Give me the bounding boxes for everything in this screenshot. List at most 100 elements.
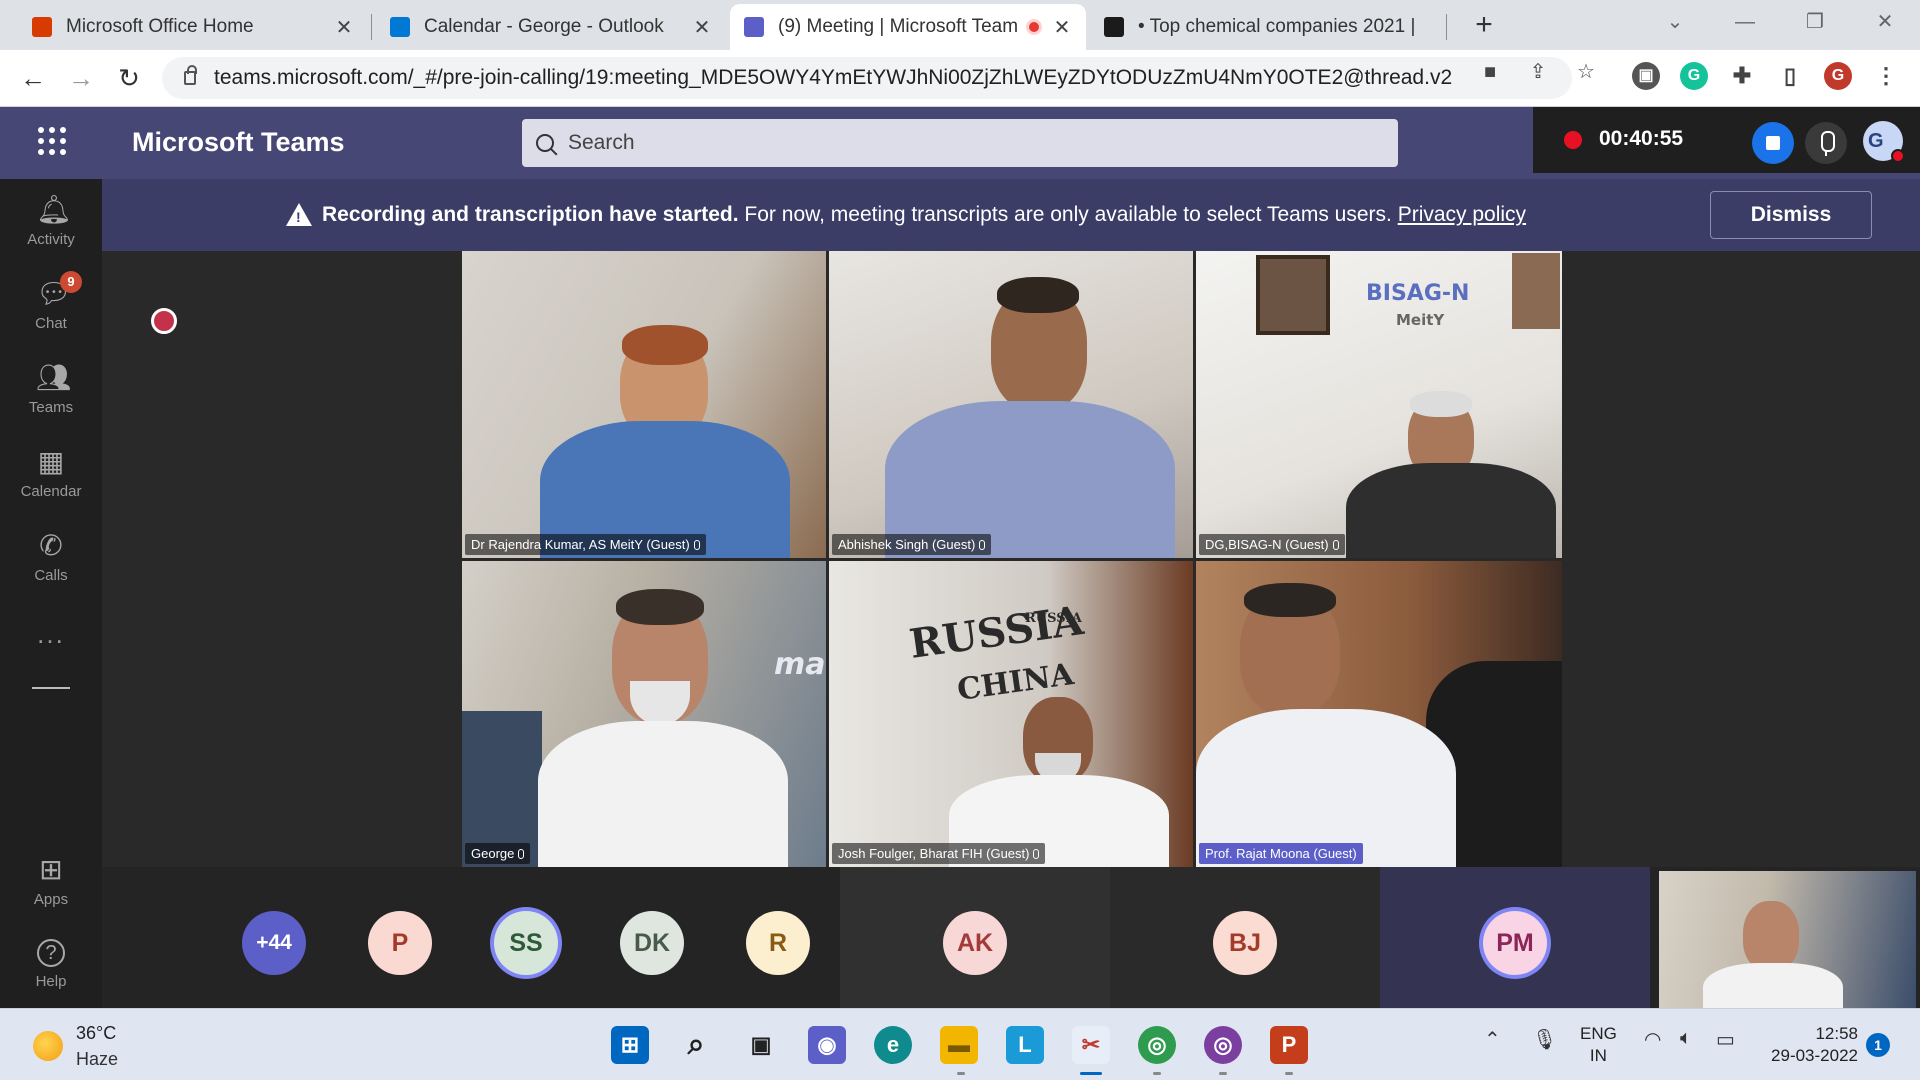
window-close-icon[interactable]: ✕: [1850, 0, 1920, 46]
grammarly-icon[interactable]: G: [1680, 62, 1708, 90]
roster-tile[interactable]: PM: [1380, 867, 1650, 1008]
video-tile[interactable]: Dr Rajendra Kumar, AS MeitY (Guest): [462, 251, 826, 558]
volume-icon[interactable]: 🔈︎: [1680, 1027, 1692, 1050]
forward-icon[interactable]: →: [66, 63, 96, 93]
share-icon[interactable]: ⇪: [1526, 60, 1550, 84]
sign-text: RUSSIA: [1025, 611, 1082, 626]
rail-item-chat[interactable]: 💬︎ 9 Chat: [0, 271, 102, 332]
tab-separator: [371, 14, 372, 40]
lock-icon[interactable]: [184, 65, 197, 85]
restore-icon[interactable]: ❐: [1780, 0, 1850, 46]
tab-chemical-companies[interactable]: • Top chemical companies 2021 |: [1090, 4, 1440, 50]
privacy-policy-link[interactable]: Privacy policy: [1398, 203, 1526, 226]
new-tab-button[interactable]: +: [1466, 8, 1502, 42]
system-clock[interactable]: 12:58 29-03-2022: [1762, 1023, 1858, 1067]
calendar-icon: ▦: [37, 446, 65, 477]
file-explorer-icon[interactable]: ▬: [940, 1026, 978, 1064]
search-icon[interactable]: ⌕: [677, 1026, 715, 1064]
rail-item-activity[interactable]: 🔔︎ Activity: [0, 194, 102, 249]
meeting-timer: 00:40:55: [1599, 127, 1684, 150]
search-input[interactable]: Search: [522, 119, 1398, 167]
weather-temperature[interactable]: 36°C: [76, 1023, 116, 1044]
window-controls: ⌄ — ❐ ✕: [1640, 0, 1920, 46]
participant-avatar[interactable]: BJ: [1213, 911, 1277, 975]
video-tile[interactable]: RUSSIA CHINA RUSSIA Josh Foulger, Bharat…: [829, 561, 1193, 867]
tab-teams-meeting[interactable]: (9) Meeting | Microsoft Teams ✕: [730, 4, 1086, 50]
roster-tile[interactable]: AK: [840, 867, 1110, 1008]
participant-avatar[interactable]: AK: [943, 911, 1007, 975]
participant-avatar[interactable]: R: [746, 911, 810, 975]
powerpoint-icon[interactable]: P: [1270, 1026, 1308, 1064]
rail-item-teams[interactable]: 👥︎ Teams: [0, 363, 102, 417]
video-tile[interactable]: Prof. Rajat Moona (Guest): [1196, 561, 1562, 867]
participant-hair: [616, 589, 704, 625]
camera-blocked-icon[interactable]: ■: [1478, 60, 1502, 84]
roster-tile[interactable]: BJ: [1110, 867, 1380, 1008]
more-apps-icon[interactable]: ...: [0, 619, 102, 650]
extensions-puzzle-icon[interactable]: ✚: [1728, 62, 1756, 90]
close-icon[interactable]: ✕: [692, 15, 712, 40]
dismiss-button[interactable]: Dismiss: [1710, 191, 1872, 239]
teams-chat-icon[interactable]: ◉: [808, 1026, 846, 1064]
close-icon[interactable]: ✕: [1052, 15, 1072, 40]
minimize-icon[interactable]: —: [1710, 0, 1780, 46]
rail-item-help[interactable]: ? Help: [0, 939, 102, 990]
tab-office-home[interactable]: Microsoft Office Home ✕: [18, 4, 368, 50]
participant-hair: [622, 325, 708, 365]
url-text[interactable]: teams.microsoft.com/_#/pre-join-calling/…: [214, 66, 1452, 90]
task-view-icon[interactable]: ▣: [742, 1026, 780, 1064]
microphone-tray-icon[interactable]: 🎙︎: [1532, 1027, 1557, 1052]
notification-count-badge[interactable]: 1: [1866, 1033, 1890, 1057]
tab-outlook-calendar[interactable]: Calendar - George - Outlook ✕: [376, 4, 726, 50]
overflow-participants-count[interactable]: +44: [242, 911, 306, 975]
back-icon[interactable]: ←: [18, 63, 48, 93]
l-app-icon[interactable]: L: [1006, 1026, 1044, 1064]
participant-name-label: Josh Foulger, Bharat FIH (Guest): [832, 843, 1046, 864]
chrome-icon[interactable]: ◎: [1138, 1026, 1176, 1064]
participant-avatar[interactable]: P: [368, 911, 432, 975]
mic-icon: [979, 540, 986, 550]
edge-icon[interactable]: e: [874, 1026, 912, 1064]
mic-icon: [693, 540, 700, 550]
rail-item-calendar[interactable]: ▦ Calendar: [0, 446, 102, 501]
input-language-indicator[interactable]: ENG IN: [1580, 1023, 1617, 1067]
participant-hair: [997, 277, 1079, 313]
show-hidden-icons-icon[interactable]: ⌃: [1484, 1027, 1501, 1052]
active-app-indicator: [1080, 1072, 1102, 1075]
participant-avatar[interactable]: SS: [494, 911, 558, 975]
bookmark-star-icon[interactable]: ☆: [1574, 60, 1598, 84]
url-omnibox[interactable]: teams.microsoft.com/_#/pre-join-calling/…: [162, 57, 1572, 99]
self-view-video[interactable]: [1659, 871, 1916, 1008]
wifi-icon[interactable]: ◠: [1644, 1027, 1661, 1052]
extension-icon[interactable]: ▣: [1632, 62, 1660, 90]
tab-search-icon[interactable]: ⌄: [1640, 0, 1710, 46]
weather-sun-icon[interactable]: [33, 1031, 63, 1061]
weather-description[interactable]: Haze: [76, 1049, 118, 1070]
app-launcher-icon[interactable]: [38, 127, 66, 155]
participant-name-label: Prof. Rajat Moona (Guest): [1199, 843, 1363, 864]
rail-item-apps[interactable]: ⊞ Apps: [0, 855, 102, 909]
video-tile[interactable]: BISAG-N MeitY DG,BISAG-N (Guest): [1196, 251, 1562, 558]
video-grid: Dr Rajendra Kumar, AS MeitY (Guest) Abhi…: [462, 251, 1562, 867]
microphone-button[interactable]: [1805, 122, 1847, 164]
bell-icon: 🔔︎: [36, 194, 72, 225]
participant-name-label: Abhishek Singh (Guest): [832, 534, 992, 555]
participant-body: [538, 721, 788, 867]
rail-item-calls[interactable]: ✆ Calls: [0, 531, 102, 585]
close-icon[interactable]: ✕: [334, 15, 354, 40]
chrome-menu-icon[interactable]: ⋮: [1872, 62, 1900, 90]
reload-icon[interactable]: ↻: [114, 63, 144, 93]
profile-avatar[interactable]: G: [1824, 62, 1852, 90]
chrome-profile-icon[interactable]: ◎: [1204, 1026, 1242, 1064]
windows-start-icon[interactable]: ⊞: [611, 1026, 649, 1064]
side-panel-icon[interactable]: ▯: [1776, 62, 1804, 90]
participant-avatar[interactable]: PM: [1483, 911, 1547, 975]
participant-avatar[interactable]: DK: [620, 911, 684, 975]
video-tile[interactable]: mait George: [462, 561, 826, 867]
video-tile[interactable]: Abhishek Singh (Guest): [829, 251, 1193, 558]
snipping-tool-icon[interactable]: ✂: [1072, 1026, 1110, 1064]
participant-body: [1703, 963, 1843, 1008]
presence-busy-icon: [1891, 149, 1905, 163]
stop-sharing-button[interactable]: [1752, 122, 1794, 164]
battery-icon[interactable]: ▭: [1716, 1027, 1735, 1052]
